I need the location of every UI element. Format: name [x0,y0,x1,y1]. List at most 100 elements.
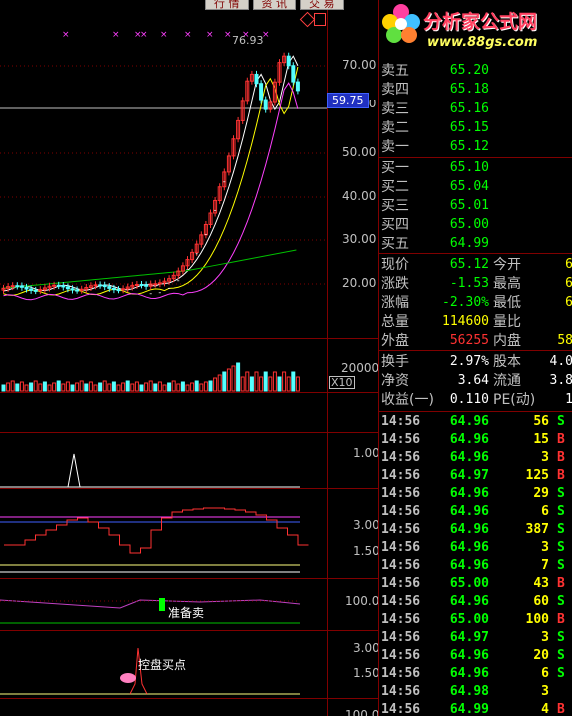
bid-row: 买四 65.00 [379,216,572,234]
volume-bar [56,380,61,392]
tick-price: 64.97 [449,468,489,483]
tick-price: 64.96 [449,504,489,519]
volume-bar [107,383,112,392]
tick-time: 14:56 [381,648,421,663]
volume-bars [1,362,300,392]
tick-price: 64.96 [449,450,489,465]
signal-tick-mark: - [186,265,189,274]
bid-row: 买二 65.04 [379,178,572,196]
bid-row: 买三 65.01 [379,197,572,215]
tick-row: 14:56 64.96 60 S [379,593,572,611]
bid-label: 买二 [381,179,409,195]
current-price-marker: 59.75 [327,93,369,108]
stat-label: 涨幅 [381,295,409,311]
signal-x-mark: × [224,30,232,40]
ma-line-yellow [3,66,299,296]
ask-label: 卖五 [381,63,409,79]
volume-bar [148,380,153,392]
bottom-axis-label: 100.0 [345,708,380,716]
tick-time: 14:56 [381,576,421,591]
logo-url[interactable]: www.88gs.com [427,35,537,50]
volume-bar [162,384,167,392]
window-icon[interactable] [314,13,326,26]
volume-bar [61,383,66,392]
bid-label: 买一 [381,160,409,176]
divider [379,253,572,254]
ind1-spike [67,453,81,488]
ask-row: 卖四 65.18 [379,81,572,99]
volume-bar [259,376,264,392]
tick-time: 14:56 [381,594,421,609]
signal-x-mark: × [160,30,168,40]
chart-area[interactable]: ××××××××××--------- 70.00 60.00 50.00 40… [0,0,380,716]
candle-body [139,283,144,286]
tick-row: 14:56 64.96 7 S [379,557,572,575]
fund-row: 净资 3.64 流通 3.8 [379,372,572,390]
volume-bar [245,371,250,392]
divider [379,350,572,351]
tick-volume: 125 [525,468,549,483]
volume-bar [134,381,139,392]
volume-bar [291,371,296,392]
signal-tick-mark: - [214,205,217,214]
candle-body [144,284,149,287]
volume-bar [167,382,172,392]
tick-time: 14:56 [381,522,421,537]
candle-body [263,99,268,110]
volume-bar [38,383,43,392]
volume-bar [15,383,20,392]
candle-body [286,55,291,67]
tick-row: 14:56 64.96 29 S [379,485,572,503]
fund-row: 换手 2.97% 股本 4.0 [379,353,572,371]
ask-row: 卖二 65.15 [379,119,572,137]
tab-trade[interactable]: 交 易 [300,0,344,10]
ask-label: 卖一 [381,139,409,155]
tick-time: 14:56 [381,702,421,716]
candle-body [24,286,29,290]
stat-value: 65.12 [449,257,489,272]
tick-side: B [557,612,565,627]
ind2-axis-bottom: 1.50 [353,544,380,558]
divider [379,157,572,158]
price-axis-20: 20.00 [342,276,377,290]
candle-body [98,284,103,287]
volume-bar [42,381,47,392]
tick-volume: 100 [525,612,549,627]
stat-label-2: 最低 [493,295,521,311]
tick-price: 64.96 [449,432,489,447]
volume-bar [226,368,231,392]
bid-price: 65.01 [449,198,489,213]
fund-label: 换手 [381,354,409,370]
tab-news[interactable]: 资 讯 [252,0,296,10]
tick-volume: 56 [533,414,549,429]
tab-market[interactable]: 行 情 [205,0,249,10]
signal-x-mark: × [112,30,120,40]
tick-volume: 3 [541,684,549,699]
tick-time: 14:56 [381,540,421,555]
quote-panel: 分析家公式网 www.88gs.com 卖五 65.20 卖四 65.18 卖三 65.1… [378,0,572,716]
bid-price: 64.99 [449,236,489,251]
volume-bar [29,382,34,392]
volume-bar [203,381,208,392]
tick-row: 14:56 64.99 4 B [379,701,572,716]
volume-bar [24,384,29,392]
tick-side: B [557,468,565,483]
tick-volume: 7 [541,558,549,573]
tick-time: 14:56 [381,468,421,483]
tick-side: S [557,504,565,519]
volume-bar [98,382,103,392]
moving-average-lines [1,55,299,301]
volume-bar [217,374,222,392]
tick-side: S [557,630,565,645]
candle-body [61,285,66,288]
tick-price: 64.96 [449,540,489,555]
tick-time: 14:56 [381,612,421,627]
ind4-axis-top: 3.00 [353,641,380,655]
candle-body [254,73,259,85]
tick-time: 14:56 [381,684,421,699]
volume-axis-label: 20000 [341,361,380,375]
candle-body [116,289,121,292]
candle-body [111,287,116,291]
tick-side: B [557,450,565,465]
site-logo: 分析家公式网 www.88gs.com [379,0,572,54]
